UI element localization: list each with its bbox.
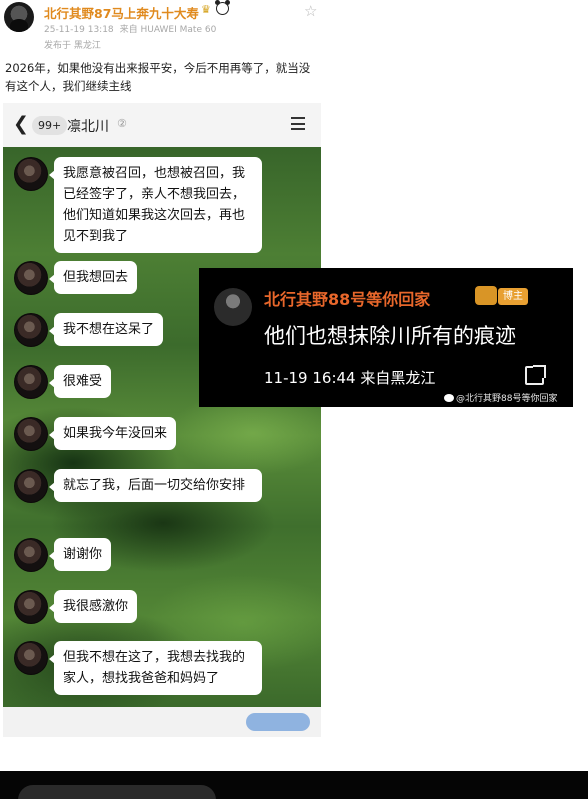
post-device: 来自 HUAWEI Mate 60 <box>119 25 217 35</box>
message-avatar[interactable] <box>14 157 48 191</box>
post-location: 发布于 黑龙江 <box>44 41 101 51</box>
menu-icon[interactable] <box>291 117 305 130</box>
post-text: 2026年，如果他没有出来报平安，今后不用再等了，就当没有这个人，我们继续主线 <box>5 61 311 93</box>
crown-icon: ♛ <box>201 3 211 16</box>
chat-message: 我很感激你 <box>48 590 138 623</box>
chat-message: 我不想在这呆了 <box>48 313 164 346</box>
bottom-bar <box>0 771 588 799</box>
message-avatar[interactable] <box>14 417 48 451</box>
weibo-icon <box>444 394 454 402</box>
post-header: 北行其野87马上奔九十大寿 ♛ 25-11-19 13:18 来自 HUAWEI … <box>0 0 588 56</box>
post-meta: 25-11-19 13:18 来自 HUAWEI Mate 60 <box>44 22 216 35</box>
comment-time: 11-19 16:44 来自黑龙江 <box>264 369 436 387</box>
post-date: 25-11-19 13:18 <box>44 25 114 35</box>
chat-message: 谢谢你 <box>48 538 112 571</box>
chat-title: 凛北川 <box>67 119 109 135</box>
username[interactable]: 北行其野87马上奔九十大寿 <box>44 3 199 22</box>
chevron-left-icon[interactable]: ❮ <box>13 113 29 135</box>
chat-message: 但我不想在这了，我想去找我的家人，想找我爸爸和妈妈了 <box>49 641 262 695</box>
chat-message: 我愿意被召回，也想被召回，我已经签字了，亲人不想我回去，他们知道如果我这次回去，… <box>49 157 262 253</box>
message-avatar[interactable] <box>14 641 48 675</box>
watermark: @北行其野88号等你回家 <box>444 391 557 404</box>
message-avatar[interactable] <box>14 261 48 295</box>
message-avatar[interactable] <box>14 590 48 624</box>
comment-username[interactable]: 北行其野88号等你回家 <box>264 286 430 310</box>
chat-message: 就忘了我，后面一切交给你安排 <box>49 469 262 502</box>
chat-bottom-strip <box>3 707 321 737</box>
blogger-badge: 博主 <box>498 288 528 305</box>
chat-message: 但我想回去 <box>48 261 138 294</box>
message-avatar[interactable] <box>14 313 48 347</box>
message-avatar[interactable] <box>14 538 48 572</box>
reply-pill <box>246 713 310 731</box>
chat-message: 如果我今年没回来 <box>48 417 177 450</box>
bottom-pill[interactable] <box>18 785 216 799</box>
avatar[interactable] <box>4 2 34 32</box>
comment-avatar[interactable] <box>214 288 252 326</box>
watermark-text: @北行其野88号等你回家 <box>456 394 558 404</box>
comment-card: 北行其野88号等你回家 博主 他们也想抹除川所有的痕迹 11-19 16:44 … <box>199 268 573 407</box>
panda-icon <box>215 0 230 15</box>
message-avatar[interactable] <box>14 365 48 399</box>
chat-message: 很难受 <box>48 365 112 398</box>
message-avatar[interactable] <box>14 469 48 503</box>
share-icon[interactable] <box>525 365 546 385</box>
comment-text: 他们也想抹除川所有的痕迹 <box>264 324 516 348</box>
unread-badge[interactable]: 99+ <box>32 116 68 135</box>
verified-icon: ② <box>117 117 127 130</box>
chat-header: ❮ 99+ 凛北川 ② <box>3 103 321 147</box>
blogger-badge-icon <box>475 286 497 305</box>
star-icon[interactable]: ☆ <box>304 2 317 20</box>
